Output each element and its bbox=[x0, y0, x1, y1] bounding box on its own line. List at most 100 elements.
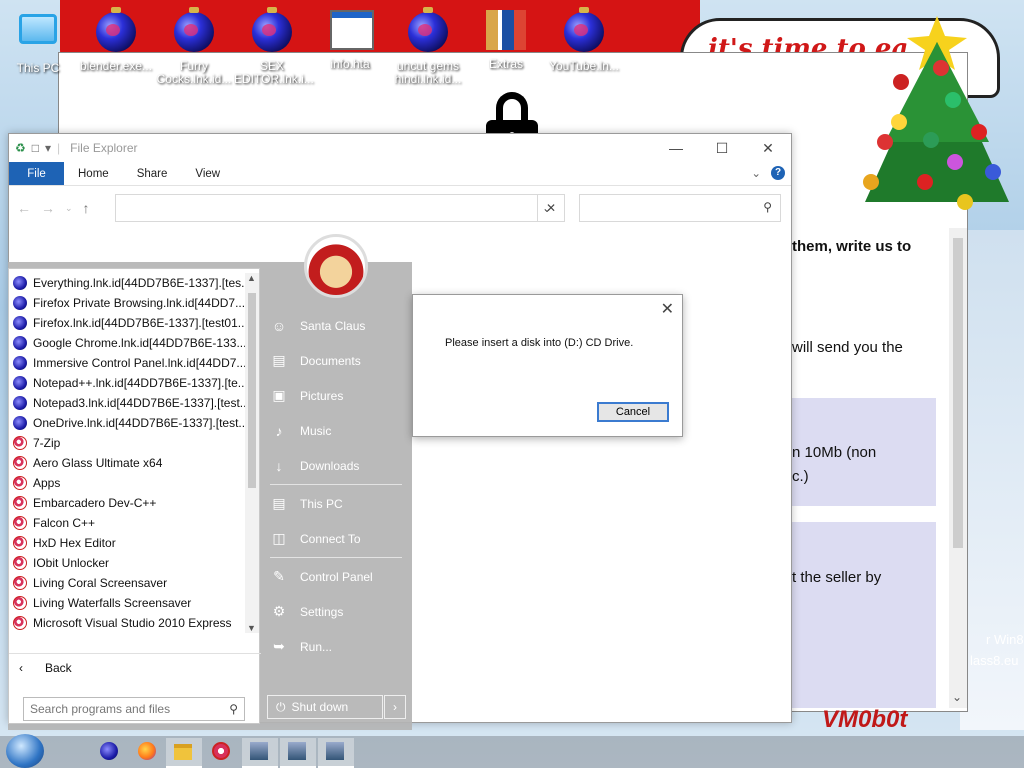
list-item[interactable]: Immersive Control Panel.lnk.id[44DD7... bbox=[9, 353, 245, 373]
chevron-down-icon[interactable]: ▾ bbox=[45, 141, 51, 155]
desktop-icon-this-pc[interactable]: This PC bbox=[0, 8, 76, 75]
start-item-pictures[interactable]: ▣ Pictures bbox=[266, 378, 406, 413]
network-icon[interactable] bbox=[288, 742, 308, 762]
back-arrow-icon[interactable]: ← bbox=[17, 200, 31, 216]
tab-share[interactable]: Share bbox=[123, 162, 182, 185]
recent-chevron-icon[interactable]: ⌄ bbox=[65, 203, 73, 214]
search-icon: ⚲ bbox=[229, 702, 238, 716]
recycle-icon[interactable]: ♻ bbox=[15, 141, 26, 155]
avatar[interactable] bbox=[304, 234, 368, 298]
start-item-connect-to[interactable]: ◫ Connect To bbox=[266, 521, 406, 556]
start-item-downloads[interactable]: ↓ Downloads bbox=[266, 448, 406, 483]
folder-icon[interactable]: □ bbox=[32, 141, 39, 155]
chevron-down-icon[interactable]: ⌄ bbox=[952, 690, 962, 704]
list-item[interactable]: HxD Hex Editor bbox=[9, 533, 245, 553]
start-item-this-pc[interactable]: ▤ This PC bbox=[266, 486, 406, 521]
scroll-down-icon[interactable]: ▼ bbox=[247, 623, 256, 633]
help-icon[interactable]: ? bbox=[771, 166, 785, 180]
network-icon[interactable] bbox=[326, 742, 346, 762]
start-item-run[interactable]: ➥ Run... bbox=[266, 629, 406, 664]
chevron-left-icon: ‹ bbox=[19, 660, 23, 675]
list-item[interactable]: Notepad++.lnk.id[44DD7B6E-1337].[te... bbox=[9, 373, 245, 393]
desktop-icon-sex-editor[interactable]: SEX EDITOR.lnk.i... bbox=[234, 7, 314, 86]
background-content-band bbox=[790, 522, 936, 708]
ornament-icon bbox=[13, 356, 27, 370]
list-item[interactable]: Aero Glass Ultimate x64 bbox=[9, 453, 245, 473]
ornament-icon bbox=[13, 416, 27, 430]
list-item[interactable]: Google Chrome.lnk.id[44DD7B6E-133... bbox=[9, 333, 245, 353]
scrollbar-thumb[interactable] bbox=[953, 238, 963, 548]
list-item[interactable]: Embarcadero Dev-C++ bbox=[9, 493, 245, 513]
list-item[interactable]: Firefox Private Browsing.lnk.id[44DD7... bbox=[9, 293, 245, 313]
tab-view[interactable]: View bbox=[181, 162, 234, 185]
start-item-documents[interactable]: ▤ Documents bbox=[266, 343, 406, 378]
ornament-icon[interactable] bbox=[100, 742, 120, 762]
start-item-music[interactable]: ♪ Music bbox=[266, 413, 406, 448]
tab-home[interactable]: Home bbox=[64, 162, 123, 185]
background-text-line: lass8.eu bbox=[970, 653, 1019, 668]
background-window-scrollbar[interactable]: ⌄ bbox=[949, 228, 967, 708]
search-input[interactable]: ⚲ bbox=[579, 194, 781, 222]
close-icon[interactable]: ✕ bbox=[661, 299, 674, 319]
start-search-input[interactable]: Search programs and files ⚲ bbox=[23, 697, 245, 721]
pictures-icon: ▣ bbox=[272, 387, 286, 403]
desktop-icon-uncut-gems[interactable]: uncut gems hindi.lnk.id... bbox=[390, 7, 466, 86]
tab-file[interactable]: File bbox=[9, 162, 64, 185]
forward-arrow-icon[interactable]: → bbox=[41, 200, 55, 216]
shutdown-button[interactable]: ⏻ Shut down bbox=[267, 695, 383, 719]
start-item-settings[interactable]: ⚙ Settings bbox=[266, 594, 406, 629]
up-arrow-icon[interactable]: ↑ bbox=[83, 200, 90, 216]
cancel-button[interactable]: Cancel bbox=[597, 402, 669, 422]
folder-ornament-icon bbox=[13, 496, 27, 510]
desktop-icon-furry[interactable]: Furry Cocks.lnk.id... bbox=[156, 7, 232, 86]
list-item[interactable]: Apps bbox=[9, 473, 245, 493]
folder-ornament-icon bbox=[13, 576, 27, 590]
background-text-line: t the seller by bbox=[792, 569, 882, 586]
firefox-icon[interactable] bbox=[138, 742, 158, 762]
program-list-scrollbar[interactable]: ▲ ▼ bbox=[245, 273, 259, 633]
file-explorer-icon[interactable] bbox=[174, 742, 194, 762]
list-item[interactable]: Living Waterfalls Screensaver bbox=[9, 593, 245, 613]
desktop-icon-extras[interactable]: Extras bbox=[468, 8, 544, 71]
start-item-user[interactable]: ☺ Santa Claus bbox=[266, 308, 406, 343]
list-item[interactable]: IObit Unlocker bbox=[9, 553, 245, 573]
start-item-control-panel[interactable]: ✎ Control Panel bbox=[266, 559, 406, 594]
list-item[interactable]: Firefox.lnk.id[44DD7B6E-1337].[test01... bbox=[9, 313, 245, 333]
shutdown-options-button[interactable]: › bbox=[384, 695, 406, 719]
scroll-up-icon[interactable]: ▲ bbox=[247, 273, 256, 283]
list-item[interactable]: 7-Zip bbox=[9, 433, 245, 453]
extras-icon bbox=[486, 10, 526, 50]
close-icon[interactable]: ✕ bbox=[745, 140, 791, 157]
start-button[interactable] bbox=[6, 734, 44, 768]
ornament-icon bbox=[96, 7, 136, 52]
connect-icon: ◫ bbox=[272, 530, 286, 546]
power-icon: ⏻ bbox=[276, 699, 286, 714]
file-explorer-titlebar[interactable]: ♻ □ ▾ | File Explorer — ☐ ✕ bbox=[9, 134, 791, 162]
folder-ornament-icon bbox=[13, 556, 27, 570]
minimize-icon[interactable]: — bbox=[653, 140, 699, 157]
chevron-down-icon[interactable]: ⌄ bbox=[751, 166, 761, 180]
search-icon[interactable]: ⚲ bbox=[763, 200, 772, 214]
ornament-icon bbox=[13, 336, 27, 350]
desktop-icon-youtube[interactable]: YouTube.ln... bbox=[546, 7, 622, 73]
list-item[interactable]: Microsoft Visual Studio 2010 Express bbox=[9, 613, 245, 633]
background-text-line: r Win8.1 bbox=[986, 632, 1024, 647]
desktop-icon-info-hta[interactable]: info.hta bbox=[312, 8, 388, 71]
desktop-icon-blender[interactable]: blender.exe... bbox=[78, 7, 154, 73]
list-item[interactable]: Notepad3.lnk.id[44DD7B6E-1337].[test... bbox=[9, 393, 245, 413]
maximize-icon[interactable]: ☐ bbox=[699, 140, 745, 157]
ornament-icon bbox=[408, 7, 448, 52]
program-list: Everything.lnk.id[44DD7B6E-1337].[tes...… bbox=[9, 273, 245, 633]
list-item[interactable]: Falcon C++ bbox=[9, 513, 245, 533]
network-icon[interactable] bbox=[250, 742, 270, 762]
clear-address-icon[interactable]: ✕ bbox=[537, 194, 565, 222]
documents-icon: ▤ bbox=[272, 352, 286, 368]
list-item[interactable]: Everything.lnk.id[44DD7B6E-1337].[tes... bbox=[9, 273, 245, 293]
this-pc-icon bbox=[19, 14, 57, 44]
address-bar[interactable]: ⌄ bbox=[115, 194, 565, 222]
back-button[interactable]: ‹ Back bbox=[9, 653, 261, 681]
scrollbar-thumb[interactable] bbox=[248, 293, 256, 488]
list-item[interactable]: OneDrive.lnk.id[44DD7B6E-1337].[test... bbox=[9, 413, 245, 433]
list-item[interactable]: Living Coral Screensaver bbox=[9, 573, 245, 593]
star-ornament-icon[interactable] bbox=[212, 742, 232, 762]
